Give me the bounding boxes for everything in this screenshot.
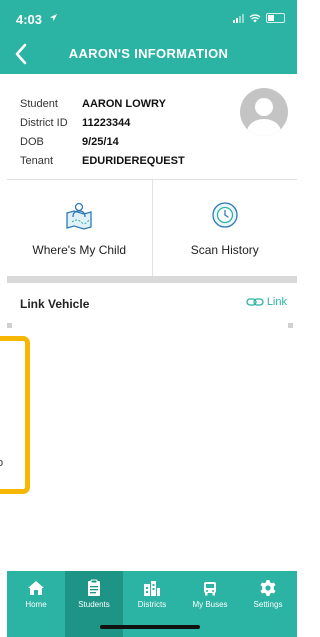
tab-label: Districts	[137, 600, 167, 609]
tab-settings[interactable]: Settings	[239, 571, 297, 637]
scan-history-label: Scan History	[190, 243, 259, 257]
highlight-box	[0, 336, 30, 494]
location-arrow-icon	[49, 13, 58, 22]
nav-bar: AARON'S INFORMATION	[0, 34, 297, 74]
info-row-dob: DOB 9/25/14	[20, 132, 185, 151]
info-value: EDURIDEREQUEST	[82, 154, 185, 167]
avatar	[240, 88, 288, 136]
scroll-marker-left	[7, 323, 12, 328]
info-label: DOB	[20, 135, 44, 148]
districts-icon	[144, 581, 160, 596]
info-label: District ID	[20, 116, 68, 129]
info-label: Student	[20, 97, 58, 110]
wheres-my-child-button[interactable]: Where's My Child	[7, 180, 152, 277]
info-value: 11223344	[82, 116, 131, 129]
info-row-tenant: Tenant EDURIDEREQUEST	[20, 151, 185, 170]
info-value: 9/25/14	[82, 135, 119, 148]
tab-label: Students	[78, 600, 110, 609]
link-vehicle-title: Link Vehicle	[20, 297, 90, 311]
tab-label: My Buses	[192, 600, 228, 609]
info-row-district-id: District ID 11223344	[20, 113, 185, 132]
signal-icon	[233, 13, 244, 23]
bus-icon	[204, 582, 216, 596]
action-grid: Where's My Child Scan History	[7, 179, 297, 278]
avatar-placeholder-icon	[247, 98, 281, 136]
wheres-my-child-label: Where's My Child	[32, 243, 127, 257]
home-icon	[28, 581, 44, 595]
info-value: AARON LOWRY	[82, 97, 166, 110]
section-divider	[7, 276, 297, 283]
link-icon	[246, 298, 264, 306]
page-title: AARON'S INFORMATION	[68, 46, 229, 61]
wifi-icon	[249, 13, 261, 22]
map-location-icon	[66, 202, 92, 230]
tab-label: Home	[25, 600, 47, 609]
scan-history-button[interactable]: Scan History	[151, 180, 298, 277]
back-button[interactable]	[10, 40, 34, 68]
scroll-marker-right	[288, 323, 293, 328]
info-row-student: Student AARON LOWRY	[20, 94, 185, 113]
link-vehicle-button[interactable]: Link	[246, 296, 287, 308]
highlight-text: o	[0, 457, 4, 469]
status-time: 4:03	[16, 12, 43, 27]
gear-icon	[260, 580, 276, 596]
tab-home[interactable]: Home	[7, 571, 65, 637]
status-bar: 4:03	[0, 0, 297, 34]
home-indicator	[100, 625, 200, 629]
info-label: Tenant	[20, 154, 54, 167]
tab-label: Settings	[253, 600, 283, 609]
link-label: Link	[266, 296, 287, 308]
student-info: Student AARON LOWRY District ID 11223344…	[20, 94, 185, 170]
students-icon	[88, 579, 100, 596]
history-clock-icon	[212, 202, 238, 228]
battery-icon	[266, 13, 285, 23]
